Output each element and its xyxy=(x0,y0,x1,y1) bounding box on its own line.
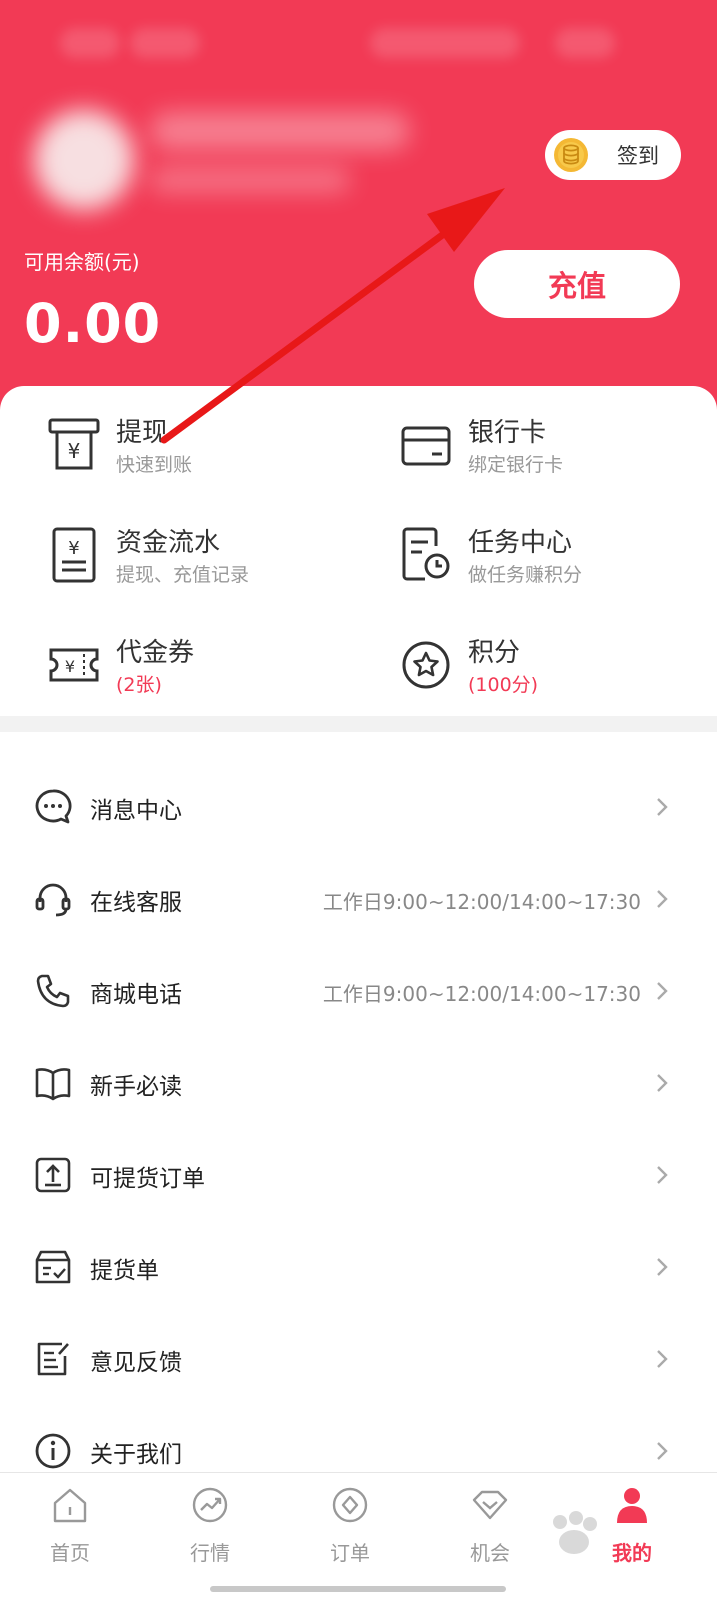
watermark-logo xyxy=(553,1511,597,1554)
menu-label: 商城电话 xyxy=(90,982,182,1008)
service-hours: 工作日9:00~12:00/14:00~17:30 xyxy=(322,890,641,914)
svg-text:¥: ¥ xyxy=(68,538,79,559)
grid-title: 银行卡 xyxy=(468,418,547,448)
menu-label: 消息中心 xyxy=(90,798,182,824)
menu-label: 关于我们 xyxy=(90,1442,182,1468)
delivery-box-icon xyxy=(35,1250,71,1284)
menu-label: 在线客服 xyxy=(90,890,182,916)
grid-title: 提现 xyxy=(116,418,169,448)
menu-label: 可提货订单 xyxy=(90,1166,205,1192)
chevron-right-icon xyxy=(657,1442,668,1460)
tab-home[interactable]: 首页 xyxy=(20,1485,120,1585)
grid-subtitle: 快速到账 xyxy=(116,454,193,476)
wallet-shortcuts: ¥ 提现 快速到账 银行卡 绑定银行卡 ¥ 资金流水 提现、充值记录 任务中心 … xyxy=(0,386,717,716)
grid-subtitle: 提现、充值记录 xyxy=(116,564,250,586)
statement-icon: ¥ xyxy=(52,527,96,583)
menu-item-pickup-slip[interactable]: 提货单 xyxy=(0,1220,717,1312)
grid-title: 资金流水 xyxy=(116,528,221,558)
info-icon xyxy=(35,1433,71,1469)
phone-icon xyxy=(36,974,70,1008)
grid-title: 代金券 xyxy=(116,638,195,668)
balance-label: 可用余额(元) xyxy=(24,250,140,274)
order-icon xyxy=(332,1487,368,1523)
bank-card-icon xyxy=(401,426,451,466)
svg-text:¥: ¥ xyxy=(68,439,81,463)
chevron-right-icon xyxy=(657,982,668,1000)
voucher-count: (2张) xyxy=(116,674,162,696)
blurred-username xyxy=(150,112,410,150)
service-hours: 工作日9:00~12:00/14:00~17:30 xyxy=(322,982,641,1006)
chevron-right-icon xyxy=(657,1350,668,1368)
home-icon xyxy=(53,1488,87,1523)
grid-subtitle: 做任务赚积分 xyxy=(468,564,583,586)
chevron-right-icon xyxy=(657,890,668,908)
tab-orders[interactable]: 订单 xyxy=(300,1485,400,1585)
section-divider xyxy=(0,716,717,732)
feedback-edit-icon xyxy=(37,1342,69,1376)
checkin-button[interactable]: 签到 xyxy=(545,130,681,180)
blurred-user-info xyxy=(150,168,350,192)
grid-title: 任务中心 xyxy=(468,528,573,558)
grid-title: 积分 xyxy=(468,638,521,668)
balance-value: 0.00 xyxy=(24,292,162,355)
tab-label: 订单 xyxy=(330,1541,370,1565)
menu-label: 提货单 xyxy=(90,1258,159,1284)
avatar[interactable] xyxy=(34,110,134,210)
tab-label: 机会 xyxy=(470,1541,510,1565)
book-icon xyxy=(35,1068,71,1101)
task-clock-icon xyxy=(402,527,450,581)
account-header: 签到 可用余额(元) 0.00 充值 xyxy=(0,0,717,420)
chevron-right-icon xyxy=(657,1074,668,1092)
menu-item-feedback[interactable]: 意见反馈 xyxy=(0,1312,717,1404)
blurred-status-item xyxy=(555,28,615,58)
grid-item-points[interactable]: 积分 (100分) xyxy=(400,630,717,710)
grid-item-statement[interactable]: ¥ 资金流水 提现、充值记录 xyxy=(48,520,378,600)
home-indicator xyxy=(210,1586,506,1592)
tab-label: 行情 xyxy=(190,1541,230,1565)
blurred-status-item xyxy=(60,28,120,58)
star-points-icon xyxy=(402,641,450,689)
trend-icon xyxy=(192,1487,228,1523)
blurred-status-item xyxy=(370,28,520,58)
menu-label: 意见反馈 xyxy=(90,1350,182,1376)
svg-text:¥: ¥ xyxy=(65,657,75,676)
chevron-right-icon xyxy=(657,1166,668,1184)
upload-box-icon xyxy=(35,1157,71,1193)
diamond-icon xyxy=(472,1490,508,1520)
points-count: (100分) xyxy=(468,674,539,696)
grid-subtitle: 绑定银行卡 xyxy=(468,454,564,476)
grid-item-bank-card[interactable]: 银行卡 绑定银行卡 xyxy=(400,410,717,490)
menu-label: 新手必读 xyxy=(90,1074,182,1100)
menu-item-online-service[interactable]: 在线客服 工作日9:00~12:00/14:00~17:30 xyxy=(0,852,717,944)
blurred-status-item xyxy=(130,28,200,58)
grid-item-task-center[interactable]: 任务中心 做任务赚积分 xyxy=(400,520,717,600)
checkin-label: 签到 xyxy=(617,144,659,168)
menu-item-store-phone[interactable]: 商城电话 工作日9:00~12:00/14:00~17:30 xyxy=(0,944,717,1036)
menu-item-message-center[interactable]: 消息中心 xyxy=(0,760,717,852)
voucher-icon: ¥ xyxy=(49,648,99,682)
recharge-button[interactable]: 充值 xyxy=(474,250,680,318)
headset-icon xyxy=(35,883,71,917)
atm-withdraw-icon: ¥ xyxy=(48,418,100,470)
chevron-right-icon xyxy=(657,1258,668,1276)
menu-item-beginner-guide[interactable]: 新手必读 xyxy=(0,1036,717,1128)
menu-item-pickup-orders[interactable]: 可提货订单 xyxy=(0,1128,717,1220)
message-bubble-icon xyxy=(35,789,72,824)
coin-stack-icon xyxy=(554,138,588,172)
tab-label: 首页 xyxy=(50,1541,90,1565)
tab-opportunity[interactable]: 机会 xyxy=(440,1485,540,1585)
tab-market[interactable]: 行情 xyxy=(160,1485,260,1585)
grid-item-withdraw[interactable]: ¥ 提现 快速到账 xyxy=(48,410,378,490)
chevron-right-icon xyxy=(657,798,668,816)
grid-item-voucher[interactable]: ¥ 代金券 (2张) xyxy=(48,630,378,710)
